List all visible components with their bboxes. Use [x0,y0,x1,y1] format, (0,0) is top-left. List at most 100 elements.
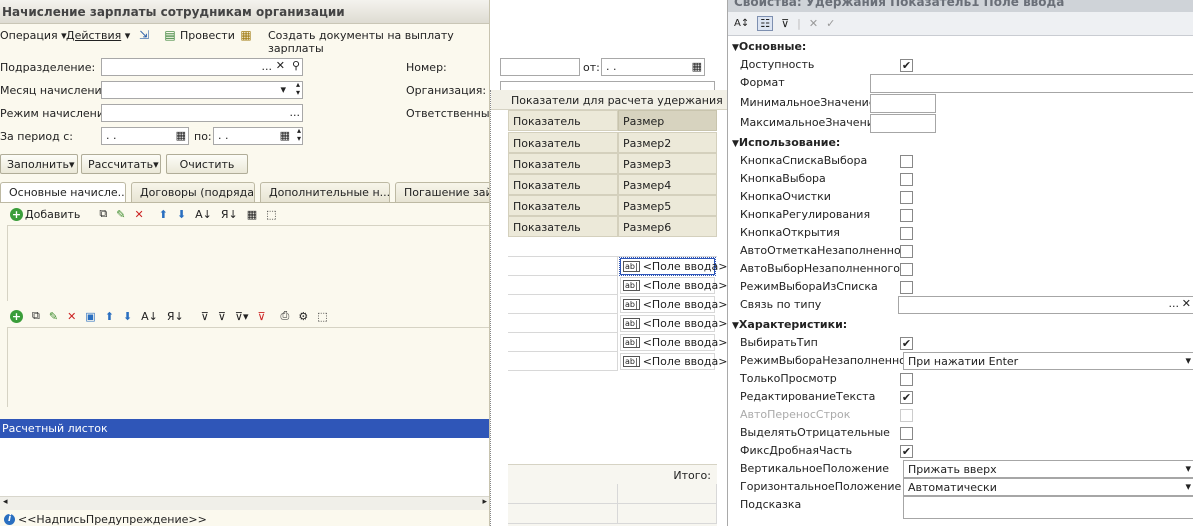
deductions-table[interactable] [7,327,489,407]
property-row[interactable]: ТолькоПросмотр [728,370,1193,388]
property-checkbox[interactable] [900,373,913,386]
copy-icon[interactable]: ⧉ [99,207,107,221]
edit-pencil-icon[interactable]: ✎ [49,310,58,323]
grid-row-indicator[interactable]: Показатель [508,153,618,174]
property-field[interactable]: ... ✕ [898,296,1193,314]
grid-row-size[interactable]: Размер4 [618,174,717,195]
filter-menu-icon[interactable]: ⊽▾ [235,310,249,323]
sort-asc-icon[interactable]: A↓ [195,208,212,221]
scroll-left-icon[interactable]: ◂ [3,497,8,507]
print-icon[interactable]: ⎙ [281,309,290,323]
calendar-icon[interactable]: ▦ [176,129,186,142]
number-field[interactable] [500,58,580,76]
property-checkbox[interactable]: ✔ [900,445,913,458]
sort-desc-icon[interactable]: Я↓ [221,208,238,221]
division-field[interactable]: ... ✕ ⚲ [101,58,303,76]
dropdown-arrow-icon[interactable]: ▾ [280,83,286,96]
copy-icon[interactable]: ⧉ [32,309,40,323]
property-row[interactable]: АвтоПереносСтрок [728,406,1193,424]
property-checkbox[interactable]: ✔ [900,337,913,350]
period-to-field[interactable]: . . ▦ ▴ ▾ [213,127,303,145]
property-row[interactable]: АвтоВыборНезаполненного [728,260,1193,278]
grid-row-indicator[interactable]: Показатель [508,174,618,195]
property-row[interactable]: ГоризонтальноеПоложение Автоматически ▾ [728,478,1193,496]
property-row[interactable]: ВыбиратьТип ✔ [728,334,1193,352]
spinner-icon[interactable]: ▴ ▾ [297,127,301,143]
sort-desc-icon[interactable]: Я↓ [167,310,184,323]
property-row[interactable]: Формат [728,74,1193,94]
scroll-right-icon[interactable]: ▸ [482,497,487,507]
clear-x-icon[interactable]: ✕ [276,59,285,72]
property-row[interactable]: КнопкаОчистки [728,188,1193,206]
move-up-icon[interactable]: ⬆ [105,310,114,323]
grid-row-indicator[interactable]: Показатель [508,216,618,237]
edit-pencil-icon[interactable]: ✎ [116,208,125,221]
property-checkbox[interactable] [900,263,913,276]
input-field-control[interactable]: ab| <Поле ввода> [620,277,727,294]
move-up-icon[interactable]: ⬆ [159,208,168,221]
grid-row-indicator[interactable]: Показатель [508,132,618,153]
property-row[interactable]: АвтоОтметкаНезаполненного [728,242,1193,260]
property-checkbox[interactable]: ✔ [900,391,913,404]
print-forms-icon[interactable]: ▦ [239,28,253,42]
delete-x-icon[interactable]: ✕ [67,310,76,323]
tab-additional[interactable]: Дополнительные н... [260,182,390,202]
property-row[interactable]: РедактированиеТекста ✔ [728,388,1193,406]
input-field-control[interactable]: ab| <Поле ввода> [619,257,727,276]
property-row[interactable]: КнопкаРегулирования [728,206,1193,224]
calculate-button[interactable]: Рассчитать ▾ [81,154,161,174]
horizontal-scrollbar[interactable]: ◂ ▸ [0,496,489,510]
spinner-icon[interactable]: ▴ ▾ [296,81,300,97]
property-row[interactable]: КнопкаОткрытия [728,224,1193,242]
mode-field[interactable]: ... [101,104,303,122]
property-checkbox[interactable] [900,409,913,422]
select-area-icon[interactable]: ⬚ [266,208,276,221]
tab-loan-repayment[interactable]: Погашение займ [395,182,489,202]
property-row[interactable]: ВертикальноеПоложение Прижать вверх ▾ [728,460,1193,478]
property-row[interactable]: РежимВыбораИзСписка [728,278,1193,296]
search-icon[interactable]: ⚲ [292,59,300,72]
input-field-control[interactable]: ab| <Поле ввода> [620,334,727,351]
tab-contracts[interactable]: Договоры (подряда) [131,182,255,202]
grid-row-size[interactable]: Размер3 [618,153,717,174]
property-checkbox[interactable] [900,281,913,294]
clear-filter-icon[interactable]: ⊽ [257,310,265,323]
property-row[interactable]: ФиксДробнаяЧасть ✔ [728,442,1193,460]
add-button[interactable]: + Добавить [10,207,80,221]
fill-button[interactable]: Заполнить ▾ [0,154,78,174]
property-checkbox[interactable] [900,173,913,186]
create-payment-docs-button[interactable]: Создать документы на выплату зарплаты [268,29,489,55]
property-checkbox[interactable] [900,227,913,240]
property-field[interactable] [870,94,936,113]
move-down-icon[interactable]: ⬇ [177,208,186,221]
post-button[interactable]: ▤ Провести [163,28,235,42]
property-select[interactable]: При нажатии Enter ▾ [903,352,1193,370]
property-field[interactable] [870,74,1193,93]
move-icon[interactable]: ⇲ [137,28,151,42]
property-row[interactable]: Доступность ✔ [728,56,1193,74]
move-down-icon[interactable]: ⬇ [123,310,132,323]
grid-row-size[interactable]: Размер5 [618,195,717,216]
sort-asc-icon[interactable]: A↓ [141,310,158,323]
payslip-header[interactable]: Расчетный листок [0,419,489,438]
property-field[interactable] [870,114,936,133]
tab-main-accruals[interactable]: Основные начисле... [0,182,126,202]
date-field[interactable]: . . ▦ [601,58,705,76]
property-field[interactable] [903,496,1193,519]
grid-row-size[interactable]: Размер6 [618,216,717,237]
property-select[interactable]: Прижать вверх ▾ [903,460,1193,478]
month-field[interactable]: ▾ ▴ ▾ [101,81,303,99]
sort-alpha-icon[interactable]: A↕ [734,18,749,29]
property-checkbox[interactable] [900,427,913,440]
grid-row-indicator[interactable]: Показатель [508,195,618,216]
confirm-check-icon[interactable]: ✓ [826,17,835,30]
filter-icon[interactable]: ⊽ [201,310,209,323]
select-area-icon[interactable]: ⬚ [317,310,327,323]
property-row[interactable]: МинимальноеЗначение [728,94,1193,114]
input-field-control[interactable]: ab| <Поле ввода> [620,353,727,370]
calendar-icon[interactable]: ▦ [692,60,702,73]
input-field-control[interactable]: ab| <Поле ввода> [620,315,727,332]
operation-menu[interactable]: Операция ▾ [0,29,67,42]
add-circle-icon[interactable]: + [10,309,23,323]
input-field-control[interactable]: ab| <Поле ввода> [620,296,727,313]
